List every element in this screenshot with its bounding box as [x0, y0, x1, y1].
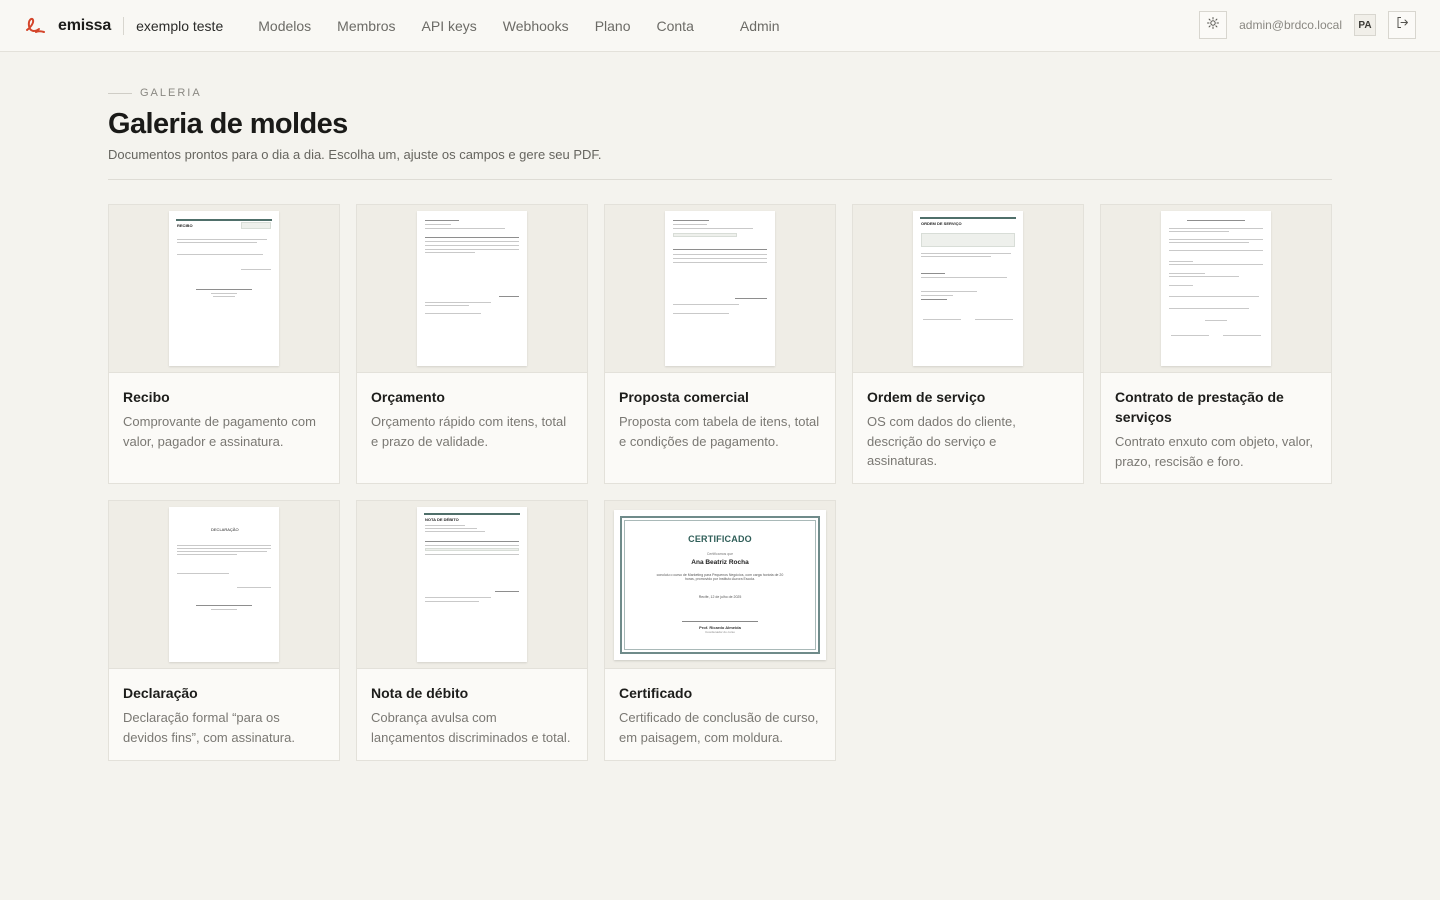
template-card-body: Ordem de serviço OS com dados do cliente… [853, 373, 1083, 487]
template-thumbnail: ORDEM DE SERVIÇO [853, 205, 1083, 373]
preview-title: DECLARAÇÃO [211, 527, 239, 532]
template-grid-row-1: RECIBO Recibo Comprovante de pagamento c… [108, 204, 1332, 484]
template-thumbnail [357, 205, 587, 373]
certificate-signature-line [682, 620, 758, 622]
template-card-body: Contrato de prestação de serviços Contra… [1101, 373, 1331, 487]
template-name: Proposta comercial [619, 389, 749, 405]
brand-name[interactable]: emissa [58, 17, 111, 35]
nav-conta[interactable]: Conta [657, 18, 694, 34]
template-card-orcamento[interactable]: Orçamento Orçamento rápido com itens, to… [356, 204, 588, 484]
organization-name[interactable]: exemplo teste [136, 18, 223, 34]
template-card-body: Declaração Declaração formal “para os de… [109, 669, 339, 763]
document-preview: NOTA DE DÉBITO [417, 507, 527, 662]
preview-title: NOTA DE DÉBITO [425, 517, 459, 522]
template-name: Contrato de prestação de serviços [1115, 389, 1284, 425]
certificate-certify-text: Certificamos que [706, 551, 734, 556]
page-subtitle: Documentos prontos para o dia a dia. Esc… [108, 147, 602, 162]
header-controls: admin@brdco.local PA [1199, 11, 1416, 39]
template-name: Ordem de serviço [867, 389, 986, 405]
user-email: admin@brdco.local [1239, 18, 1342, 32]
template-thumbnail [1101, 205, 1331, 373]
nav-plano[interactable]: Plano [595, 18, 631, 34]
template-description: Proposta com tabela de itens, total e co… [619, 414, 820, 449]
certificate-recipient: Ana Beatriz Rocha [691, 558, 749, 566]
certificate-place-date: Recife, 12 de julho de 2025 [698, 594, 742, 599]
nav-modelos[interactable]: Modelos [258, 18, 311, 34]
page-title: Galeria de moldes [108, 108, 348, 140]
template-name: Nota de débito [371, 685, 469, 701]
document-preview [665, 211, 775, 366]
document-preview: ORDEM DE SERVIÇO [913, 211, 1023, 366]
document-preview [1161, 211, 1271, 366]
section-divider [108, 179, 1332, 180]
template-card-body: Certificado Certificado de conclusão de … [605, 669, 835, 763]
template-description: Orçamento rápido com itens, total e praz… [371, 414, 567, 449]
template-name: Orçamento [371, 389, 445, 405]
sun-icon [1207, 16, 1220, 34]
main-content: GALERIA Galeria de moldes Documentos pro… [0, 87, 1440, 761]
template-grid-row-2: DECLARAÇÃO Declaração Declaração formal … [108, 500, 1332, 761]
preview-title: ORDEM DE SERVIÇO [921, 221, 962, 226]
document-preview: DECLARAÇÃO [169, 507, 279, 662]
logout-icon [1396, 16, 1409, 34]
template-thumbnail: NOTA DE DÉBITO [357, 501, 587, 669]
template-card-recibo[interactable]: RECIBO Recibo Comprovante de pagamento c… [108, 204, 340, 484]
certificate-body: concluiu o curso de Marketing para Peque… [656, 572, 784, 581]
eyebrow-label: GALERIA [140, 87, 202, 99]
template-card-body: Nota de débito Cobrança avulsa com lança… [357, 669, 587, 763]
template-description: Cobrança avulsa com lançamentos discrimi… [371, 710, 571, 745]
theme-toggle-button[interactable] [1199, 11, 1228, 39]
certificate-preview: CERTIFICADO Certificamos que Ana Beatriz… [614, 509, 826, 660]
template-card-contrato[interactable]: Contrato de prestação de serviços Contra… [1100, 204, 1332, 484]
template-thumbnail [605, 205, 835, 373]
template-card-proposta-comercial[interactable]: Proposta comercial Proposta com tabela d… [604, 204, 836, 484]
template-name: Declaração [123, 685, 198, 701]
template-card-ordem-de-servico[interactable]: ORDEM DE SERVIÇO Ordem de serviço OS com… [852, 204, 1084, 484]
preview-title: RECIBO [177, 223, 193, 228]
main-nav: Modelos Membros API keys Webhooks Plano … [258, 18, 805, 34]
template-description: Comprovante de pagamento com valor, paga… [123, 414, 316, 449]
top-bar: emissa exemplo teste Modelos Membros API… [0, 0, 1440, 52]
avatar[interactable]: PA [1354, 14, 1376, 36]
emissa-logo-icon[interactable] [24, 15, 46, 37]
header-divider [123, 16, 125, 35]
certificate-title: CERTIFICADO [688, 533, 752, 544]
template-thumbnail: DECLARAÇÃO [109, 501, 339, 669]
template-thumbnail: CERTIFICADO Certificamos que Ana Beatriz… [605, 501, 835, 669]
template-card-body: Recibo Comprovante de pagamento com valo… [109, 373, 339, 467]
template-name: Recibo [123, 389, 170, 405]
template-card-body: Proposta comercial Proposta com tabela d… [605, 373, 835, 467]
template-card-nota-de-debito[interactable]: NOTA DE DÉBITO Nota de débito Cobrança a… [356, 500, 588, 761]
nav-admin[interactable]: Admin [740, 18, 780, 34]
template-card-certificado[interactable]: CERTIFICADO Certificamos que Ana Beatriz… [604, 500, 836, 761]
nav-api-keys[interactable]: API keys [422, 18, 477, 34]
template-card-declaracao[interactable]: DECLARAÇÃO Declaração Declaração formal … [108, 500, 340, 761]
certificate-frame: CERTIFICADO Certificamos que Ana Beatriz… [620, 515, 820, 654]
nav-webhooks[interactable]: Webhooks [503, 18, 569, 34]
section-eyebrow: GALERIA [108, 87, 1332, 99]
nav-membros[interactable]: Membros [337, 18, 395, 34]
document-preview [417, 211, 527, 366]
template-name: Certificado [619, 685, 693, 701]
template-description: Declaração formal “para os devidos fins”… [123, 710, 295, 745]
template-thumbnail: RECIBO [109, 205, 339, 373]
logout-button[interactable] [1388, 11, 1416, 39]
eyebrow-line [108, 92, 132, 94]
template-description: Certificado de conclusão de curso, em pa… [619, 710, 819, 745]
certificate-signer-role: Coordenador do curso [705, 629, 735, 634]
document-preview: RECIBO [169, 211, 279, 366]
template-description: Contrato enxuto com objeto, valor, prazo… [1115, 434, 1314, 469]
template-description: OS com dados do cliente, descrição do se… [867, 414, 1016, 468]
template-card-body: Orçamento Orçamento rápido com itens, to… [357, 373, 587, 467]
